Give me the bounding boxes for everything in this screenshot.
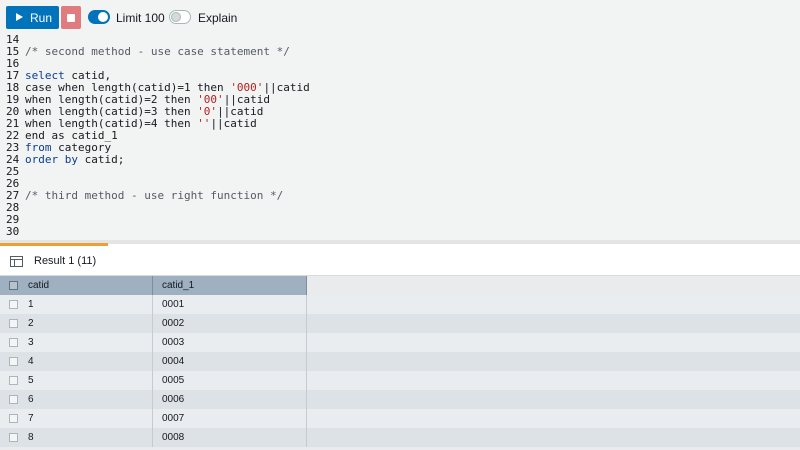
explain-label: Explain — [198, 11, 238, 25]
play-icon — [16, 13, 23, 21]
cell-catid-1[interactable]: 0003 — [153, 333, 307, 352]
code-line[interactable]: 29 — [0, 214, 800, 226]
grid-header: catid catid_1 — [0, 276, 307, 295]
line-code: /* third method - use right function */ — [25, 190, 283, 202]
table-row[interactable]: 8 0008 — [0, 428, 800, 447]
code-line[interactable]: 25 — [0, 166, 800, 178]
table-row[interactable]: 3 0003 — [0, 333, 800, 352]
editor-divider[interactable] — [0, 240, 800, 244]
cell-value: 5 — [28, 375, 34, 386]
cell-value: 6 — [28, 394, 34, 405]
code-line[interactable]: 16 — [0, 58, 800, 70]
cell-value: 0008 — [162, 432, 185, 443]
table-row[interactable]: 7 0007 — [0, 409, 800, 428]
limit-label: Limit 100 — [116, 11, 165, 25]
cell-catid[interactable]: 7 — [0, 409, 153, 428]
code-token: order by — [25, 153, 78, 166]
column-header-label: catid — [28, 280, 50, 291]
column-header-catid-1[interactable]: catid_1 — [153, 276, 307, 295]
code-line[interactable]: 24 order by catid; — [0, 154, 800, 166]
table-row[interactable]: 1 0001 — [0, 295, 800, 314]
code-token: ||catid — [210, 117, 257, 130]
code-line[interactable]: 21 when length(catid)=4 then ''||catid — [0, 118, 800, 130]
explain-toggle[interactable] — [169, 10, 191, 24]
row-checkbox[interactable] — [9, 319, 18, 328]
code-line[interactable]: 27/* third method - use right function *… — [0, 190, 800, 202]
column-header-label: catid_1 — [162, 280, 195, 291]
table-row[interactable]: 5 0005 — [0, 371, 800, 390]
code-token: /* second method - use case statement */ — [25, 45, 290, 58]
row-checkbox[interactable] — [9, 395, 18, 404]
column-header-catid[interactable]: catid — [0, 276, 153, 295]
cell-value: 7 — [28, 413, 34, 424]
code-line[interactable]: 30 — [0, 226, 800, 238]
cell-catid[interactable]: 6 — [0, 390, 153, 409]
row-checkbox[interactable] — [9, 300, 18, 309]
cell-catid[interactable]: 5 — [0, 371, 153, 390]
code-line[interactable]: 15/* second method - use case statement … — [0, 46, 800, 58]
code-line[interactable]: 28 — [0, 202, 800, 214]
cell-catid-1[interactable]: 0001 — [153, 295, 307, 314]
cell-value: 2 — [28, 318, 34, 329]
cell-catid-1[interactable]: 0002 — [153, 314, 307, 333]
stop-button[interactable] — [61, 6, 81, 29]
cell-catid[interactable]: 8 — [0, 428, 153, 447]
table-row[interactable]: 4 0004 — [0, 352, 800, 371]
tab-result-1[interactable]: Result 1 (11) — [34, 255, 96, 267]
cell-value: 0005 — [162, 375, 185, 386]
select-all-checkbox[interactable] — [9, 281, 18, 290]
row-checkbox[interactable] — [9, 433, 18, 442]
cell-catid-1[interactable]: 0007 — [153, 409, 307, 428]
limit-toggle[interactable] — [88, 10, 110, 24]
stop-icon — [67, 14, 75, 22]
code-token: ||catid — [263, 81, 310, 94]
row-checkbox[interactable] — [9, 357, 18, 366]
table-icon — [10, 256, 23, 267]
code-token: '' — [197, 117, 211, 130]
cell-catid-1[interactable]: 0006 — [153, 390, 307, 409]
line-number: 30 — [6, 225, 20, 238]
results-grid: catid catid_1 1 0001 2 0002 3 0003 4 0004 5 0005 6… — [0, 276, 800, 450]
cell-value: 0004 — [162, 356, 185, 367]
cell-catid-1[interactable]: 0005 — [153, 371, 307, 390]
cell-value: 0002 — [162, 318, 185, 329]
run-button[interactable]: Run — [6, 6, 59, 29]
cell-value: 0003 — [162, 337, 185, 348]
run-button-label: Run — [30, 11, 53, 25]
line-code: /* second method - use case statement */ — [25, 46, 290, 58]
toolbar: Run Limit 100 Explain — [0, 0, 800, 34]
cell-catid-1[interactable]: 0008 — [153, 428, 307, 447]
sql-editor[interactable]: 14 15/* second method - use case statemen… — [0, 34, 800, 242]
row-checkbox[interactable] — [9, 414, 18, 423]
cell-value: 0006 — [162, 394, 185, 405]
line-code: order by catid; — [25, 154, 124, 166]
cell-value: 3 — [28, 337, 34, 348]
results-header: Result 1 (11) — [0, 246, 800, 276]
cell-value: 0001 — [162, 299, 185, 310]
cell-catid[interactable]: 2 — [0, 314, 153, 333]
toggle-knob — [171, 12, 181, 22]
row-checkbox[interactable] — [9, 376, 18, 385]
cell-catid[interactable]: 3 — [0, 333, 153, 352]
table-row[interactable]: 6 0006 — [0, 390, 800, 409]
cell-value: 8 — [28, 432, 34, 443]
row-checkbox[interactable] — [9, 338, 18, 347]
code-line[interactable]: 22 end as catid_1 — [0, 130, 800, 142]
cell-catid[interactable]: 4 — [0, 352, 153, 371]
cell-catid-1[interactable]: 0004 — [153, 352, 307, 371]
toggle-knob — [98, 12, 108, 22]
cell-value: 1 — [28, 299, 34, 310]
cell-value: 0007 — [162, 413, 185, 424]
cell-value: 4 — [28, 356, 34, 367]
cell-catid[interactable]: 1 — [0, 295, 153, 314]
code-token: /* third method - use right function */ — [25, 189, 284, 202]
table-row[interactable]: 2 0002 — [0, 314, 800, 333]
active-tab-indicator — [0, 243, 108, 246]
code-token: catid; — [77, 153, 125, 166]
